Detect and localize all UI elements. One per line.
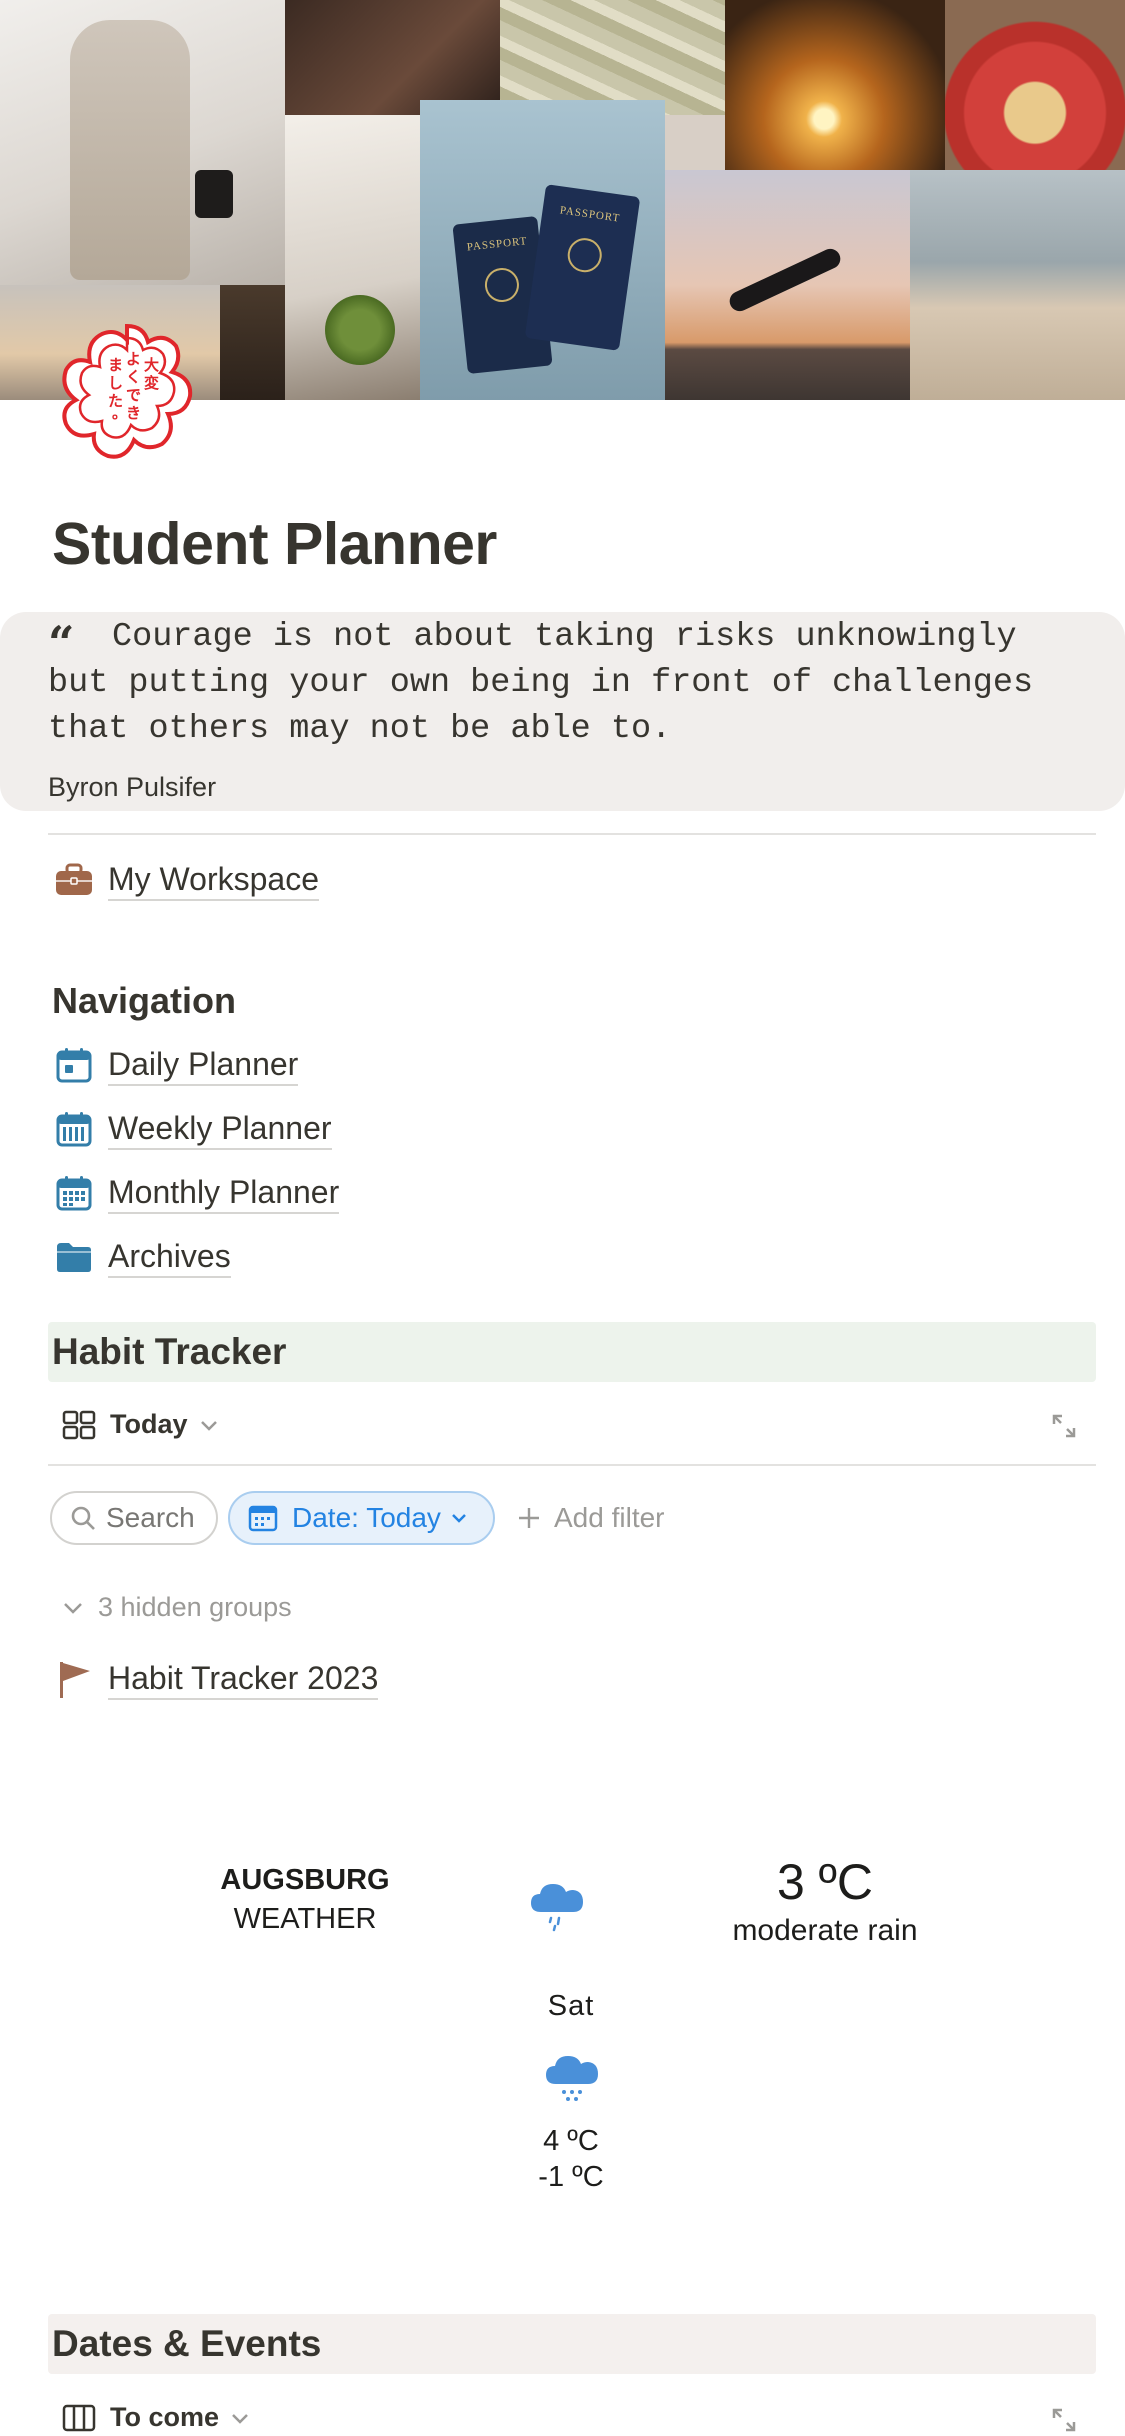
cover-photo-yoga — [665, 170, 910, 400]
chevron-down-icon — [62, 1601, 84, 1615]
date-filter-label: Date: Today — [292, 1502, 441, 1533]
date-filter-chip[interactable]: Date: Today — [228, 1491, 495, 1545]
weather-condition: moderate rain — [732, 1914, 918, 1947]
divider — [48, 1464, 1096, 1466]
svg-text:し: し — [108, 374, 123, 392]
view-tab-to-come[interactable]: To come — [62, 2402, 249, 2433]
view-tab-today[interactable]: Today — [62, 1409, 218, 1440]
weather-current-temp: 3 ºC — [776, 1854, 874, 1910]
chevron-down-icon — [231, 2405, 249, 2431]
calendar-icon — [248, 1504, 278, 1532]
nav-item-monthly-planner[interactable]: Monthly Planner — [54, 1171, 340, 1215]
nav-item-archives[interactable]: Archives — [54, 1235, 231, 1279]
cover-photo-sunset — [725, 0, 945, 170]
search-icon — [70, 1505, 96, 1531]
habit-tracker-2023-label: Habit Tracker 2023 — [108, 1659, 379, 1700]
forecast-day: Sat — [547, 1990, 595, 2022]
svg-text:で: で — [126, 386, 141, 404]
page-title[interactable]: Student Planner — [52, 510, 497, 578]
calendar-month-icon — [54, 1173, 94, 1213]
briefcase-icon — [54, 860, 94, 900]
hidden-groups-toggle[interactable]: 3 hidden groups — [62, 1592, 292, 1623]
forecast-high: 4 ºC — [543, 2125, 599, 2157]
expand-icon[interactable] — [1050, 1412, 1080, 1442]
workspace-link[interactable]: My Workspace — [54, 858, 320, 902]
add-filter-label: Add filter — [554, 1502, 665, 1533]
nav-item-daily-planner[interactable]: Daily Planner — [54, 1043, 299, 1087]
passport-label: PASSPORT — [559, 204, 621, 225]
calendar-week-icon — [54, 1109, 94, 1149]
calendar-day-icon — [54, 1045, 94, 1085]
search-label: Search — [106, 1502, 195, 1533]
svg-text:ま: ま — [108, 356, 123, 374]
cover-photo-necklace — [285, 0, 500, 115]
quote-text: Courage is not about taking risks unknow… — [48, 618, 1034, 748]
nav-item-label: Archives — [108, 1237, 231, 1278]
chevron-down-icon — [200, 1412, 218, 1438]
workspace-link-label: My Workspace — [108, 860, 320, 901]
svg-text:よ: よ — [126, 350, 141, 368]
cover-photo-dark — [220, 285, 285, 400]
cover-photo-passports: PASSPORT PASSPORT — [420, 100, 665, 400]
rain-cloud-icon — [542, 2050, 602, 2106]
passport-label: PASSPORT — [466, 235, 529, 254]
nav-item-label: Daily Planner — [108, 1045, 299, 1086]
habit-tracker-2023-link[interactable]: Habit Tracker 2023 — [54, 1657, 379, 1701]
expand-icon[interactable] — [1050, 2406, 1080, 2436]
habit-tracker-heading-band: Habit Tracker — [48, 1322, 1096, 1382]
cover-photo-fashion — [0, 0, 285, 285]
svg-text:大: 大 — [144, 356, 159, 374]
view-tab-label: Today — [110, 1409, 188, 1439]
board-view-icon — [62, 2404, 96, 2432]
page-icon-stamp[interactable]: 大変 よくでき ました。 — [52, 318, 202, 468]
nav-item-weekly-planner[interactable]: Weekly Planner — [54, 1107, 332, 1151]
cover-photo-money — [500, 0, 725, 115]
folder-icon — [54, 1237, 94, 1277]
svg-text:。: 。 — [112, 404, 127, 422]
forecast-low: -1 ºC — [538, 2161, 604, 2193]
plus-icon — [516, 1505, 542, 1531]
dates-events-heading-band: Dates & Events — [48, 2314, 1096, 2374]
cover-photo-bed-snacks — [285, 115, 420, 400]
weather-city: AUGSBURG — [220, 1864, 390, 1896]
hidden-groups-label: 3 hidden groups — [98, 1592, 292, 1622]
add-filter-button[interactable]: Add filter — [516, 1502, 665, 1534]
nav-item-label: Monthly Planner — [108, 1173, 340, 1214]
divider — [48, 833, 1096, 835]
svg-text:き: き — [126, 404, 141, 422]
gallery-view-icon — [62, 1410, 96, 1440]
habit-tracker-heading[interactable]: Habit Tracker — [52, 1331, 286, 1373]
nav-item-label: Weekly Planner — [108, 1109, 332, 1150]
quote-author: Byron Pulsifer — [48, 772, 217, 802]
chevron-down-icon — [451, 1513, 467, 1524]
dates-events-heading[interactable]: Dates & Events — [52, 2323, 321, 2365]
search-button[interactable]: Search — [50, 1491, 218, 1545]
svg-text:変: 変 — [144, 374, 159, 392]
rain-cloud-icon — [527, 1878, 587, 1934]
svg-text:く: く — [126, 368, 141, 386]
navigation-heading: Navigation — [52, 980, 237, 1021]
cover-photo-beach-picnic — [910, 170, 1125, 400]
view-tab-label: To come — [110, 2402, 220, 2432]
flag-icon — [54, 1659, 94, 1699]
weather-label: WEATHER — [233, 1903, 377, 1935]
